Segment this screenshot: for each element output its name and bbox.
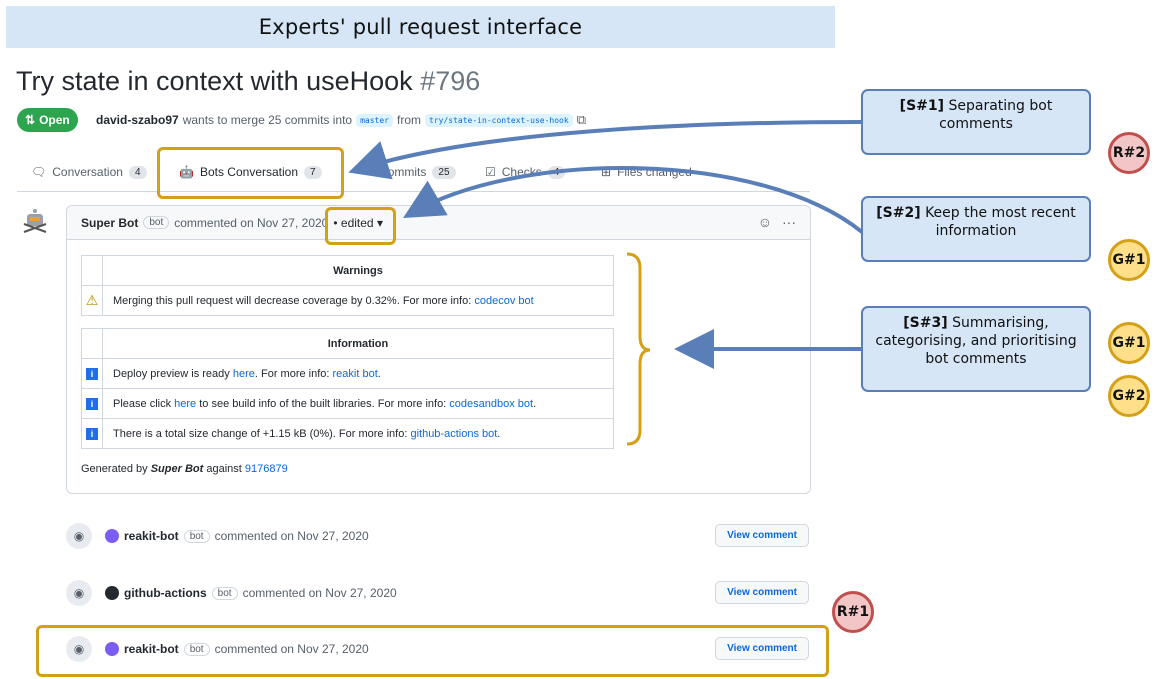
- callout-tag: [S#3]: [903, 315, 948, 331]
- callout-text: Separating bot comments: [939, 98, 1053, 132]
- badge-g2: G#2: [1108, 375, 1150, 417]
- badge-r2: R#2: [1108, 132, 1150, 174]
- arrow-s2: [403, 166, 864, 234]
- callout-text: Keep the most recent information: [925, 205, 1076, 239]
- callout-tag: [S#2]: [876, 205, 921, 221]
- callout-s1: [S#1] Separating bot comments: [861, 89, 1091, 155]
- badge-g1: G#1: [1108, 239, 1150, 281]
- callout-s3: [S#3] Summarising, categorising, and pri…: [861, 306, 1091, 392]
- badge-g1: G#1: [1108, 322, 1150, 364]
- callout-tag: [S#1]: [899, 98, 945, 114]
- brace-icon: [626, 252, 651, 446]
- callout-s2: [S#2] Keep the most recent information: [861, 196, 1091, 262]
- badge-r1: R#1: [832, 591, 874, 633]
- arrow-s1: [348, 120, 863, 180]
